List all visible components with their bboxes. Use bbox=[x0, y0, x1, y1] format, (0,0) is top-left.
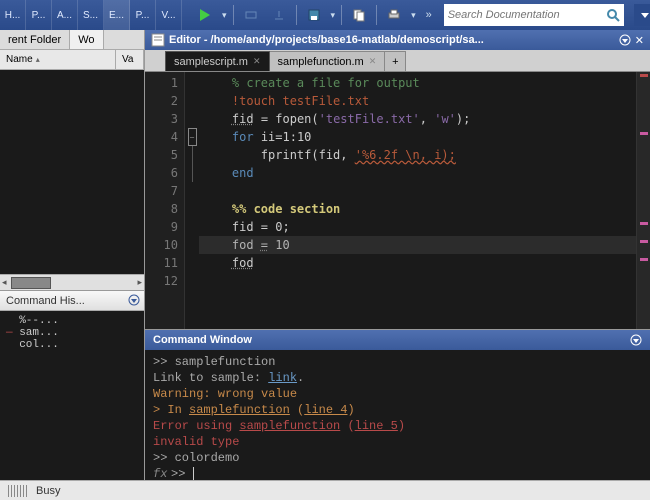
editor-tab[interactable]: samplescript.m✕ bbox=[165, 51, 270, 71]
command-line: >> colordemo bbox=[153, 450, 642, 466]
line-gutter[interactable]: 123456789101112 bbox=[145, 72, 185, 329]
command-line: Warning: wrong value bbox=[153, 386, 642, 402]
ribbon-toolbar: H...P...A...S...E...P...V... ▾ ▾ bbox=[0, 0, 650, 30]
ribbon-tab[interactable]: P... bbox=[26, 0, 52, 30]
history-item[interactable]: col... bbox=[6, 339, 138, 351]
ribbon-tab[interactable]: P... bbox=[130, 0, 156, 30]
busy-indicator-icon bbox=[8, 485, 28, 497]
ribbon-tab[interactable]: H... bbox=[0, 0, 26, 30]
statusbar: Busy bbox=[0, 480, 650, 500]
history-list[interactable]: %--...— sam... col... bbox=[0, 311, 144, 480]
step-button[interactable] bbox=[240, 4, 262, 26]
folder-tree[interactable] bbox=[0, 70, 144, 274]
code-line[interactable]: % create a file for output bbox=[203, 74, 632, 92]
search-docs-input[interactable] bbox=[444, 4, 624, 26]
command-line: Link to sample: link. bbox=[153, 370, 642, 386]
ribbon-tab[interactable]: V... bbox=[156, 0, 182, 30]
editor-menu-icon[interactable] bbox=[619, 34, 631, 46]
status-text: Busy bbox=[36, 485, 60, 497]
code-line[interactable] bbox=[203, 272, 632, 290]
add-tab-button[interactable]: + bbox=[384, 51, 406, 71]
folder-tab[interactable]: Wo bbox=[70, 30, 103, 49]
close-tab-icon[interactable]: ✕ bbox=[369, 56, 377, 67]
search-icon bbox=[606, 8, 620, 22]
command-window-panel: Command Window >> samplefunctionLink to … bbox=[145, 330, 650, 480]
fold-column[interactable]: − bbox=[185, 72, 199, 329]
code-line[interactable]: end bbox=[203, 164, 632, 182]
save-button[interactable] bbox=[303, 4, 325, 26]
horizontal-scrollbar[interactable]: ◂ ▸ bbox=[0, 274, 144, 290]
minimize-ribbon-button[interactable] bbox=[634, 4, 650, 26]
code-line[interactable]: fid = 0; bbox=[203, 218, 632, 236]
code-line[interactable]: fod bbox=[203, 254, 632, 272]
code-line[interactable]: for ii=1:10 bbox=[203, 128, 632, 146]
editor-tabbar: samplescript.m✕samplefunction.m✕+ bbox=[145, 50, 650, 72]
command-line: >> samplefunction bbox=[153, 354, 642, 370]
folder-tab[interactable]: rent Folder bbox=[0, 30, 70, 49]
editor-icon bbox=[151, 33, 165, 47]
command-output[interactable]: >> samplefunctionLink to sample: link.Wa… bbox=[145, 350, 650, 480]
name-column-header[interactable]: Name▴ bbox=[0, 50, 116, 69]
command-history-title[interactable]: Command His... bbox=[0, 291, 144, 311]
command-line: invalid type bbox=[153, 434, 642, 450]
history-item[interactable]: %--... bbox=[6, 315, 138, 327]
command-line: > In samplefunction (line 4) bbox=[153, 402, 642, 418]
editor-panel: Editor - /home/andy/projects/base16-matl… bbox=[145, 30, 650, 330]
step-out-button[interactable] bbox=[268, 4, 290, 26]
fx-icon[interactable]: fx bbox=[153, 466, 171, 480]
run-button[interactable] bbox=[194, 4, 216, 26]
value-column-header[interactable]: Va bbox=[116, 50, 144, 69]
code-line[interactable]: fid = fopen('testFile.txt', 'w'); bbox=[203, 110, 632, 128]
current-folder-panel: rent FolderWo Name▴ Va ◂ ▸ bbox=[0, 30, 144, 290]
ribbon-tab[interactable]: S... bbox=[78, 0, 104, 30]
code-area[interactable]: % create a file for output !touch testFi… bbox=[199, 72, 636, 329]
command-line: Error using samplefunction (line 5) bbox=[153, 418, 642, 434]
editor-title: Editor - /home/andy/projects/base16-matl… bbox=[169, 34, 613, 46]
history-item[interactable]: — sam... bbox=[6, 327, 138, 339]
command-menu-icon[interactable] bbox=[630, 334, 642, 346]
ribbon-tab[interactable]: E... bbox=[104, 0, 130, 30]
code-line[interactable]: !touch testFile.txt bbox=[203, 92, 632, 110]
command-window-title: Command Window bbox=[153, 334, 630, 346]
code-line[interactable] bbox=[203, 182, 632, 200]
dropdown-icon[interactable] bbox=[128, 294, 140, 306]
editor-close-icon[interactable]: ✕ bbox=[635, 34, 644, 47]
overview-ruler[interactable] bbox=[636, 72, 650, 329]
editor-tab[interactable]: samplefunction.m✕ bbox=[269, 51, 386, 71]
print-button[interactable] bbox=[383, 4, 405, 26]
command-history-panel: Command His... %--...— sam... col... bbox=[0, 290, 144, 480]
search-field[interactable] bbox=[448, 9, 606, 21]
ribbon-tab[interactable]: A... bbox=[52, 0, 78, 30]
close-tab-icon[interactable]: ✕ bbox=[253, 56, 261, 67]
code-line[interactable]: %% code section bbox=[203, 200, 632, 218]
command-prompt[interactable]: fx>> bbox=[153, 466, 642, 480]
copy-button[interactable] bbox=[348, 4, 370, 26]
code-line[interactable]: fprintf(fid, '%6.2f \n, i); bbox=[203, 146, 632, 164]
